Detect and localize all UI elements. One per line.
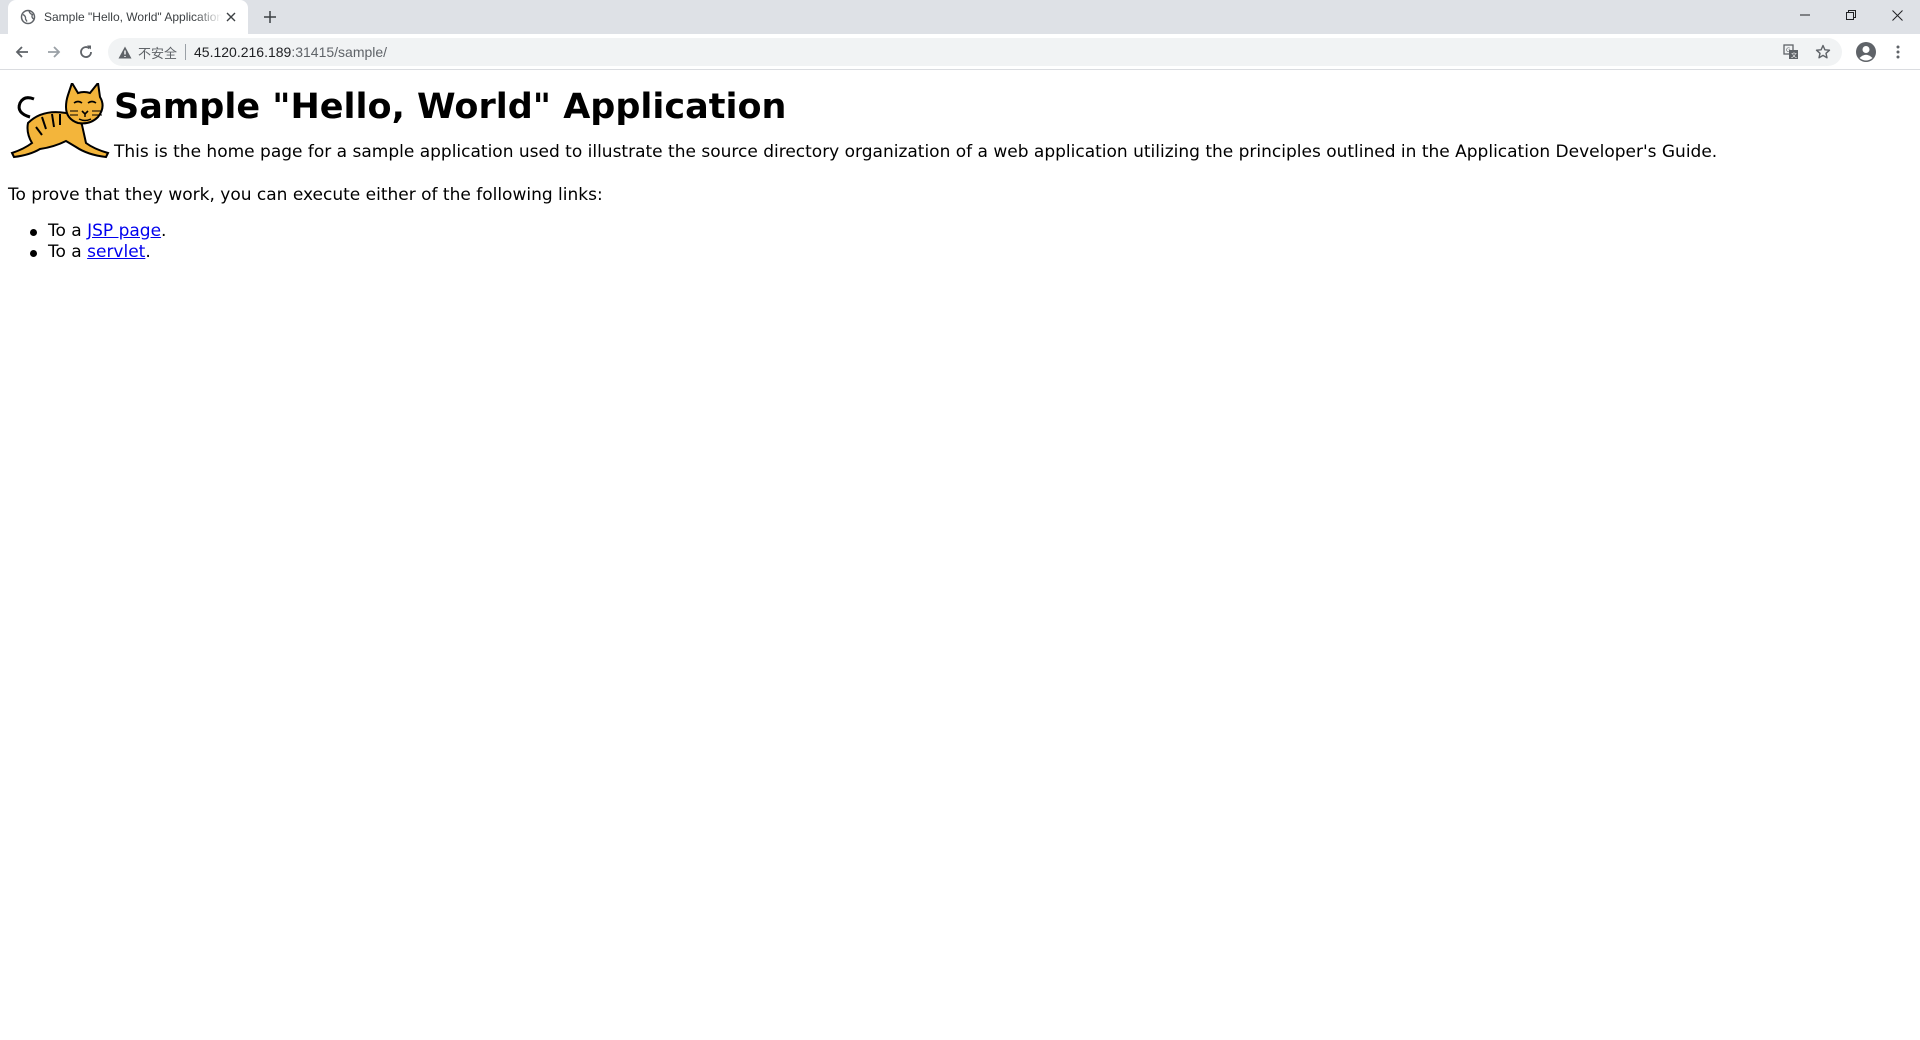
profile-icon: [1856, 42, 1876, 62]
url-host: 45.120.216.189: [194, 44, 292, 60]
link-prefix: To a: [48, 242, 88, 262]
minimize-button[interactable]: [1782, 0, 1828, 30]
star-icon: [1815, 44, 1831, 59]
omnibox-actions: G 文: [1780, 41, 1834, 63]
url-path: :31415/sample/: [291, 44, 388, 60]
page-header: Sample "Hello, World" Application This i…: [8, 83, 1717, 162]
forward-button[interactable]: [40, 38, 68, 66]
globe-icon: [20, 9, 36, 25]
minimize-icon: [1800, 14, 1810, 16]
close-icon: [1891, 9, 1903, 21]
restore-icon: [1846, 10, 1856, 20]
links-list: To a JSP page. To a servlet.: [28, 221, 166, 263]
reload-icon: [80, 45, 92, 58]
warning-icon: [118, 46, 132, 58]
intro-paragraph: This is the home page for a sample appli…: [114, 142, 1718, 162]
close-icon: [226, 12, 236, 22]
close-window-button[interactable]: [1874, 0, 1920, 30]
security-label: 不安全: [138, 45, 178, 61]
prove-paragraph: To prove that they work, you can execute…: [8, 185, 603, 205]
close-tab-button[interactable]: [222, 8, 240, 26]
tab-strip: Sample "Hello, World" Application: [0, 0, 1920, 34]
browser-menu-button[interactable]: [1886, 40, 1910, 64]
security-indicator[interactable]: 不安全: [118, 44, 187, 61]
browser-tab[interactable]: Sample "Hello, World" Application: [8, 0, 248, 34]
jsp-page-link[interactable]: JSP page: [87, 221, 161, 241]
svg-text:文: 文: [1791, 52, 1797, 60]
tab-title: Sample "Hello, World" Application: [44, 10, 222, 24]
back-arrow-icon: [15, 46, 28, 58]
translate-icon: G 文: [1783, 44, 1798, 60]
profile-button[interactable]: [1854, 40, 1878, 64]
list-item: To a JSP page.: [28, 221, 166, 242]
reload-button[interactable]: [72, 38, 100, 66]
browser-toolbar: 不安全 45.120.216.189:31415/sample/ G 文: [0, 34, 1920, 70]
header-text: Sample "Hello, World" Application This i…: [114, 83, 1717, 162]
back-button[interactable]: [8, 38, 36, 66]
tomcat-logo: [10, 83, 110, 159]
servlet-link[interactable]: servlet: [87, 242, 145, 262]
new-tab-button[interactable]: [258, 5, 282, 29]
translate-button[interactable]: G 文: [1780, 41, 1802, 63]
link-prefix: To a: [48, 221, 88, 241]
link-suffix: .: [145, 242, 151, 262]
url-text[interactable]: 45.120.216.189:31415/sample/: [194, 44, 1780, 60]
bookmark-button[interactable]: [1812, 41, 1834, 63]
page-content: Sample "Hello, World" Application This i…: [0, 71, 1920, 1040]
plus-icon: [264, 11, 276, 23]
window-controls: [1782, 0, 1920, 30]
page-title: Sample "Hello, World" Application: [114, 87, 787, 127]
kebab-menu-icon: [1896, 45, 1900, 59]
forward-arrow-icon: [48, 46, 61, 58]
link-suffix: .: [161, 221, 167, 241]
restore-button[interactable]: [1828, 0, 1874, 30]
list-item: To a servlet.: [28, 242, 166, 263]
address-bar[interactable]: 不安全 45.120.216.189:31415/sample/ G 文: [108, 38, 1842, 66]
